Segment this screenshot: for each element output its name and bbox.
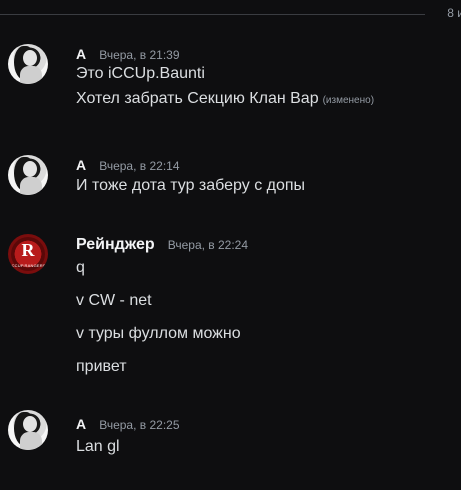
message-line: v туры фуллом можно (76, 325, 241, 342)
message-line: привет (76, 358, 127, 375)
message-timestamp: Вчера, в 22:14 (99, 159, 180, 173)
iccup-rangers-logo-avatar[interactable]: R ICCUP.RANGERS (8, 234, 48, 274)
message-line: Хотел забрать Секцию Клан Вар (76, 90, 319, 107)
message-line-edited: Хотел забрать Секцию Клан Вар (изменено) (76, 90, 374, 108)
chat-log: 8 и A Вчера, в 21:39 Это iCCUp.Baunti Хо… (0, 0, 461, 490)
message-line: q (76, 259, 85, 276)
author-name[interactable]: A (76, 416, 86, 432)
message-timestamp: Вчера, в 22:25 (99, 418, 180, 432)
user-avatar[interactable] (8, 155, 48, 195)
message-line: v CW - net (76, 292, 152, 309)
divider-label: 8 и (441, 6, 461, 20)
date-divider: 8 и (0, 6, 461, 22)
message-timestamp: Вчера, в 22:24 (167, 238, 249, 252)
edited-label: (изменено) (322, 95, 375, 106)
message-timestamp: Вчера, в 21:39 (99, 48, 180, 62)
message-header: A Вчера, в 21:39 (76, 44, 180, 64)
message-line: И тоже дота тур заберу с допы (76, 177, 306, 194)
logo-caption: ICCUP.RANGERS (10, 263, 46, 268)
divider-line (0, 14, 425, 15)
user-avatar[interactable] (8, 44, 48, 84)
logo-letter: R (21, 240, 35, 260)
message-header: A Вчера, в 22:25 (76, 414, 180, 434)
author-name[interactable]: Рейнджер (76, 236, 155, 253)
author-name[interactable]: A (76, 157, 86, 173)
message-line: Это iCCUp.Baunti (76, 65, 205, 82)
message-header: Рейнджер Вчера, в 22:24 (76, 234, 248, 254)
message-header: A Вчера, в 22:14 (76, 155, 180, 175)
user-avatar[interactable] (8, 410, 48, 450)
message-line: Lan gl (76, 438, 120, 455)
author-name[interactable]: A (76, 46, 86, 62)
